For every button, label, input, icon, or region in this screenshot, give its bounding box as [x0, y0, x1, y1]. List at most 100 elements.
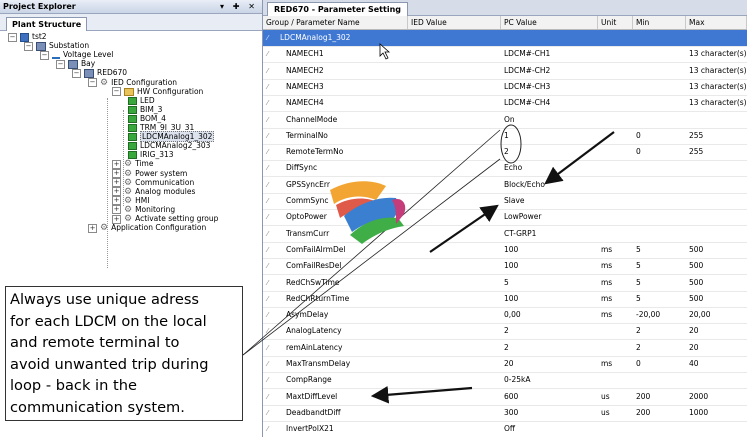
table-row[interactable]: ⁄ ChannelMode On [263, 112, 747, 129]
column-header[interactable]: Unit [598, 16, 633, 29]
pc-value-cell[interactable]: 0-25kA [501, 372, 531, 388]
table-row[interactable]: ⁄ TransmCurr CT-GRP1 [263, 226, 747, 243]
table-row[interactable]: ⁄ DeadbandtDiff 300 us 200 1000 [263, 405, 747, 422]
row-grip-icon: ⁄ [267, 213, 269, 222]
table-row[interactable]: ⁄ NAMECH4 LDCM#-CH4 13 character(s) [263, 95, 747, 113]
pc-value-cell[interactable]: 2 [501, 323, 509, 339]
table-cell: 13 character(s) [689, 65, 747, 75]
table-cell [408, 356, 411, 372]
table-cell [408, 405, 411, 421]
table-row[interactable]: ⁄ NAMECH3 LDCM#-CH3 13 character(s) [263, 79, 747, 96]
table-row[interactable]: ⁄ remAinLatency 2 2 20 [263, 340, 747, 357]
pc-value-cell[interactable]: 5 [501, 275, 509, 291]
table-cell [598, 177, 601, 193]
pc-value-cell[interactable]: 2 [501, 144, 509, 160]
table-row[interactable]: ⁄ GPSSyncErr Block/Echo [263, 177, 747, 194]
pc-value-cell[interactable]: LowPower [501, 209, 541, 225]
expand-icon[interactable]: + [88, 223, 97, 233]
table-row[interactable]: ⁄ NAMECH2 LDCM#-CH2 13 character(s) [263, 63, 747, 80]
table-row[interactable]: ⁄ TerminalNo 1 0 255 [263, 128, 747, 145]
column-header[interactable]: Max [686, 16, 747, 29]
pc-value-cell[interactable]: Off [501, 421, 515, 437]
document-tabbar: RED670 - Parameter Setting [263, 0, 747, 16]
column-header[interactable]: Group / Parameter Name [263, 16, 408, 29]
table-row[interactable]: ⁄ InvertPolX21 Off [263, 421, 747, 437]
pc-value-cell[interactable]: 0,00 [501, 307, 521, 323]
collapse-icon[interactable]: − [24, 41, 33, 51]
table-cell [408, 226, 411, 242]
collapse-icon[interactable]: − [88, 78, 97, 87]
pc-value-cell[interactable]: 20 [501, 356, 514, 372]
table-cell: ms [601, 359, 613, 368]
row-grip-icon: ⁄ [267, 131, 269, 140]
table-cell [408, 421, 411, 437]
table-cell: us [601, 407, 610, 417]
pane-buttons[interactable]: ▾ ✚ ✕ [220, 0, 258, 13]
tree-node-label: Bay [81, 59, 96, 69]
pc-value-cell[interactable]: On [501, 112, 515, 128]
table-row[interactable]: ⁄ MaxtDiffLevel 600 us 200 2000 [263, 389, 747, 406]
pc-value-cell[interactable]: CT-GRP1 [501, 226, 536, 242]
table-cell [633, 209, 636, 225]
pc-value-cell[interactable]: LDCM#-CH2 [501, 63, 550, 79]
group-row[interactable]: ⁄ LDCMAnalog1_302 [263, 30, 747, 47]
tab-plant-structure[interactable]: Plant Structure [6, 17, 88, 31]
table-row[interactable]: ⁄ RemoteTermNo 2 0 255 [263, 144, 747, 162]
table-row[interactable]: ⁄ ComFailResDel 100 ms 5 500 [263, 258, 747, 276]
pc-value-cell[interactable]: LDCM#-CH1 [501, 46, 550, 62]
table-row[interactable]: ⁄ OptoPower LowPower [263, 209, 747, 227]
table-row[interactable]: ⁄ RedChSwTime 5 ms 5 500 [263, 275, 747, 292]
tree-node[interactable]: + ⚙ Application Configuration [88, 223, 206, 233]
pc-value-cell[interactable]: 100 [501, 258, 518, 274]
table-row[interactable]: ⁄ ComFailAlrmDel 100 ms 5 500 [263, 242, 747, 259]
table-cell: 20 [689, 326, 699, 336]
collapse-icon[interactable]: ⁄ [267, 30, 268, 46]
parameter-name: ComFailResDel [286, 261, 342, 271]
table-row[interactable]: ⁄ CommSync Slave [263, 193, 747, 210]
pc-value-cell[interactable]: LDCM#-CH4 [501, 95, 550, 111]
tree-node[interactable]: − HW Configuration [112, 87, 203, 97]
table-row[interactable]: ⁄ RedChRturnTime 100 ms 5 500 [263, 291, 747, 308]
pc-value-cell[interactable]: 300 [501, 405, 518, 421]
pc-value-cell[interactable]: Echo [501, 160, 522, 176]
table-cell: 20 [689, 342, 699, 352]
table-cell [598, 112, 601, 128]
column-header[interactable]: Min [633, 16, 686, 29]
column-header[interactable]: PC Value [501, 16, 598, 29]
parameter-name: NAMECH3 [286, 81, 324, 91]
table-cell [633, 46, 636, 62]
table-cell [633, 63, 636, 79]
row-grip-icon: ⁄ [267, 50, 269, 59]
pc-value-cell[interactable]: 1 [501, 128, 509, 144]
table-cell [408, 160, 411, 176]
pc-value-cell[interactable]: LDCM#-CH3 [501, 79, 550, 95]
parameter-name: ChannelMode [286, 114, 338, 124]
table-row[interactable]: ⁄ MaxTransmDelay 20 ms 0 40 [263, 356, 747, 373]
collapse-icon[interactable]: − [40, 50, 49, 60]
pc-value-cell[interactable]: 600 [501, 389, 518, 405]
table-row[interactable]: ⁄ AsymDelay 0,00 ms -20,00 20,00 [263, 307, 747, 325]
pc-value-cell[interactable]: 100 [501, 291, 518, 307]
tab-parameter-setting[interactable]: RED670 - Parameter Setting [267, 2, 408, 16]
pc-value-cell[interactable]: 100 [501, 242, 518, 258]
collapse-icon[interactable]: − [56, 59, 65, 69]
pc-value-cell[interactable]: Slave [501, 193, 525, 209]
column-header[interactable]: IED Value [408, 16, 501, 29]
pc-value-cell[interactable]: 2 [501, 340, 509, 356]
table-cell: -20,00 [636, 310, 661, 320]
tree-node-label: Communication [135, 177, 195, 187]
table-cell [598, 226, 601, 242]
row-grip-icon: ⁄ [267, 115, 269, 124]
parameter-name: NAMECH4 [286, 98, 324, 108]
collapse-icon[interactable]: − [8, 32, 17, 42]
pc-value-cell[interactable]: Block/Echo [501, 177, 545, 193]
table-row[interactable]: ⁄ NAMECH1 LDCM#-CH1 13 character(s) [263, 46, 747, 64]
table-row[interactable]: ⁄ DiffSync Echo [263, 160, 747, 178]
collapse-icon[interactable]: − [72, 68, 81, 78]
tree-node-label: Voltage Level [63, 50, 114, 60]
table-row[interactable]: ⁄ AnalogLatency 2 2 20 [263, 323, 747, 341]
table-row[interactable]: ⁄ CompRange 0-25kA [263, 372, 747, 390]
collapse-icon[interactable]: − [112, 87, 121, 97]
callout-text-line: and remote terminal to [10, 334, 180, 352]
row-grip-icon: ⁄ [267, 245, 269, 254]
